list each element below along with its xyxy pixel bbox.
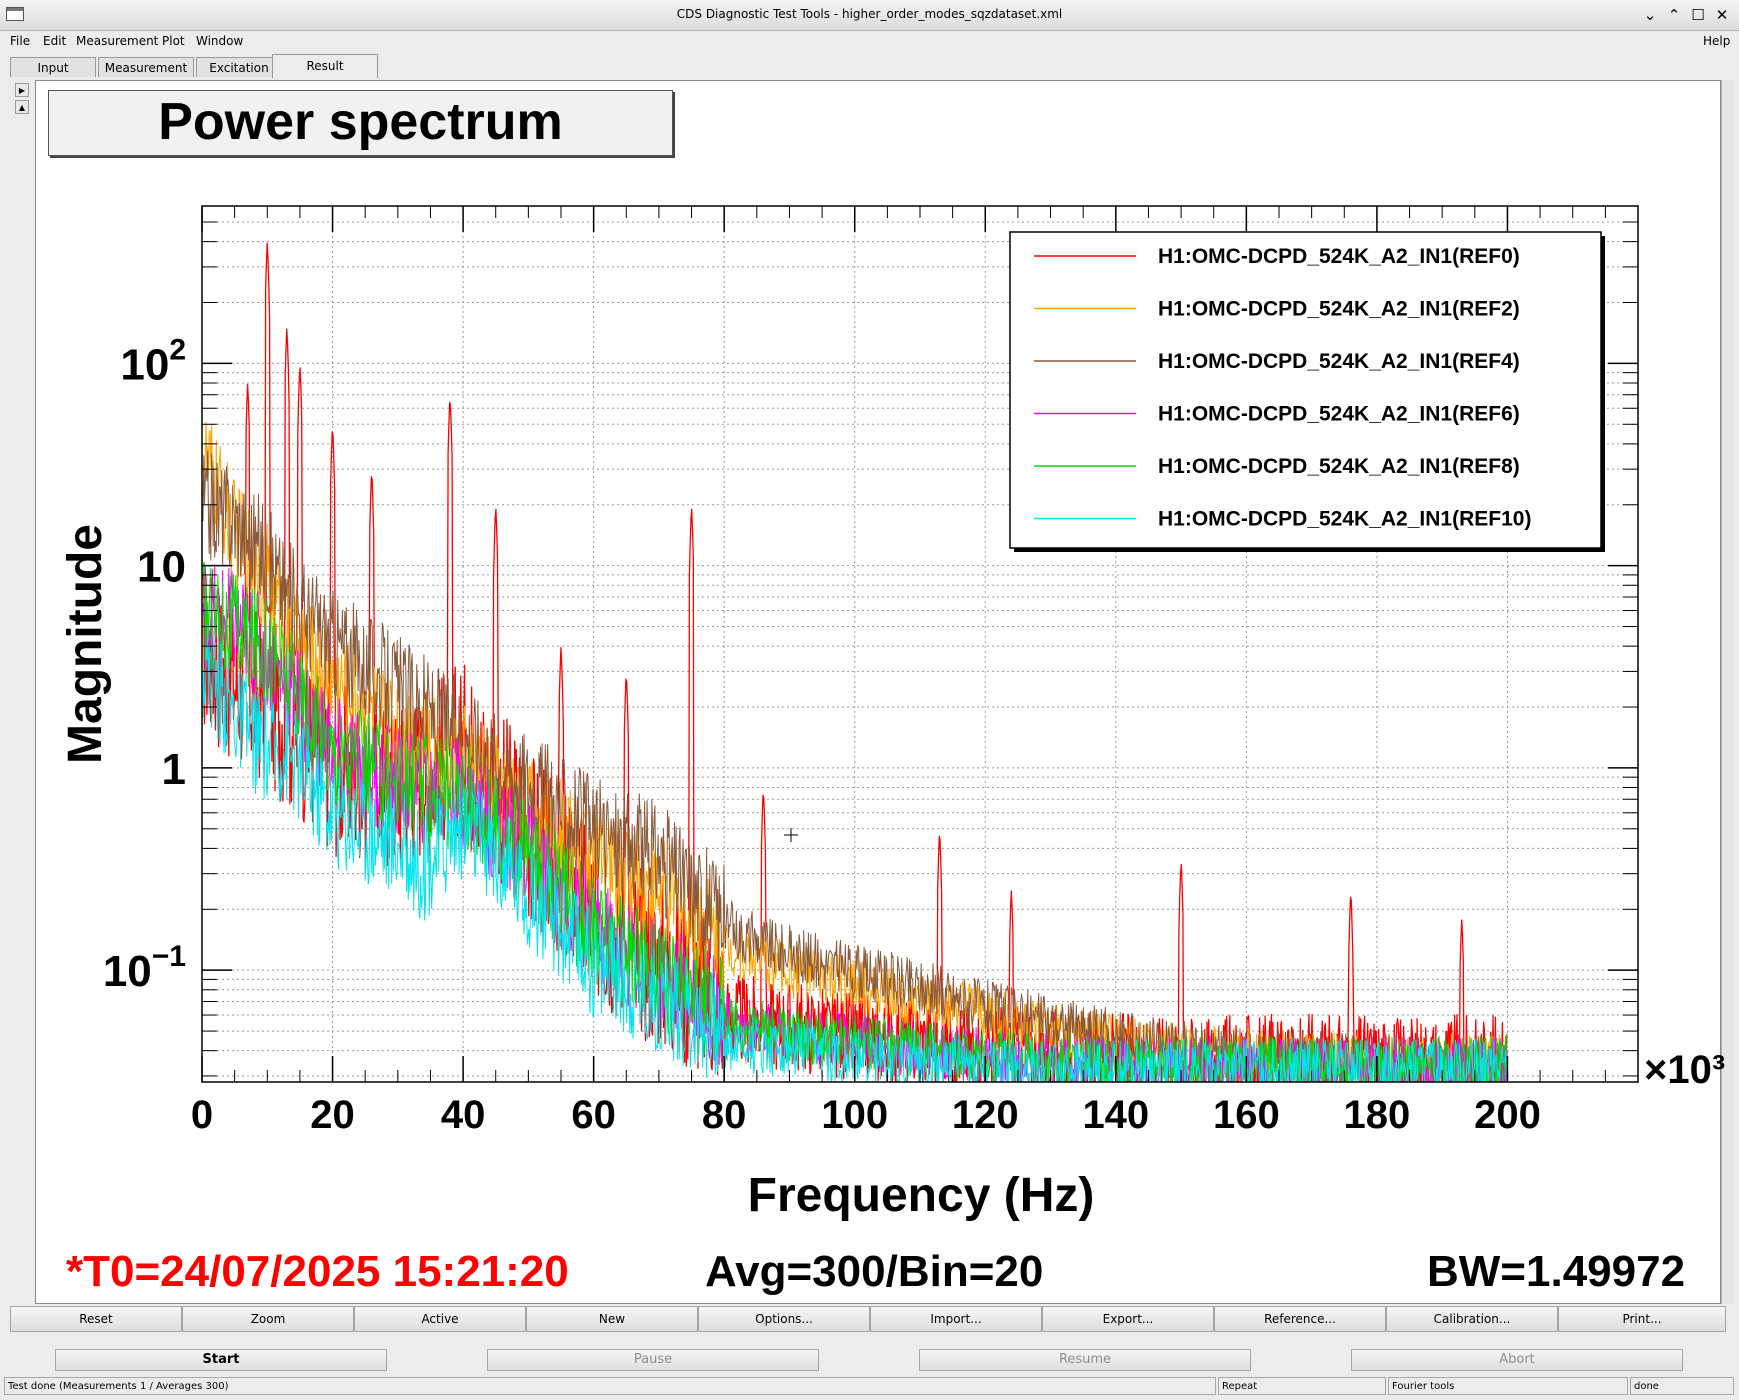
legend-label: H1:OMC-DCPD_524K_A2_IN1(REF0) xyxy=(1158,245,1520,268)
options-button[interactable]: Options... xyxy=(698,1306,870,1332)
legend-label: H1:OMC-DCPD_524K_A2_IN1(REF4) xyxy=(1158,350,1520,373)
legend-label: H1:OMC-DCPD_524K_A2_IN1(REF8) xyxy=(1158,455,1520,478)
y-tick-label: 1 xyxy=(162,745,186,794)
x-multiplier-label: ×10³ xyxy=(1644,1048,1725,1092)
x-tick-label: 80 xyxy=(702,1093,747,1137)
calibration-button[interactable]: Calibration... xyxy=(1386,1306,1558,1332)
bw-label: BW=1.49972 xyxy=(1427,1247,1686,1296)
print-button[interactable]: Print... xyxy=(1558,1306,1726,1332)
x-tick-label: 60 xyxy=(571,1093,616,1137)
x-tick-label: 100 xyxy=(821,1093,888,1137)
y-tick-label: 10−1 xyxy=(103,940,186,996)
x-tick-label: 140 xyxy=(1082,1093,1149,1137)
reference-button[interactable]: Reference... xyxy=(1214,1306,1386,1332)
plot-toolbar: Reset Zoom Active New Options... Import.… xyxy=(10,1306,1726,1332)
legend-label: H1:OMC-DCPD_524K_A2_IN1(REF2) xyxy=(1158,298,1520,321)
x-axis-label: Frequency (Hz) xyxy=(748,1169,1095,1222)
x-tick-label: 40 xyxy=(441,1093,486,1137)
plot-title: Power spectrum xyxy=(158,93,563,151)
reset-button[interactable]: Reset xyxy=(10,1306,182,1332)
x-tick-label: 0 xyxy=(191,1093,213,1137)
x-tick-label: 120 xyxy=(952,1093,1019,1137)
pause-button[interactable]: Pause xyxy=(487,1349,819,1371)
zoom-button[interactable]: Zoom xyxy=(182,1306,354,1332)
status-message: Test done (Measurements 1 / Averages 300… xyxy=(4,1377,1216,1395)
abort-button[interactable]: Abort xyxy=(1351,1349,1683,1371)
chart-legend: H1:OMC-DCPD_524K_A2_IN1(REF0) H1:OMC-DCPD… xyxy=(1009,231,1605,552)
plot-title-box: Power spectrum xyxy=(48,90,673,156)
status-tool: Fourier tools xyxy=(1388,1377,1628,1395)
status-repeat: Repeat xyxy=(1218,1377,1386,1395)
new-button[interactable]: New xyxy=(526,1306,698,1332)
active-button[interactable]: Active xyxy=(354,1306,526,1332)
crosshair-cursor-icon xyxy=(784,828,798,842)
export-button[interactable]: Export... xyxy=(1042,1306,1214,1332)
x-tick-label: 160 xyxy=(1213,1093,1280,1137)
legend-label: H1:OMC-DCPD_524K_A2_IN1(REF10) xyxy=(1158,508,1531,531)
y-axis-label: Magnitude xyxy=(59,524,112,764)
start-button[interactable]: Start xyxy=(55,1349,387,1371)
x-tick-label: 180 xyxy=(1344,1093,1411,1137)
x-tick-label: 200 xyxy=(1474,1093,1541,1137)
import-button[interactable]: Import... xyxy=(870,1306,1042,1332)
status-state: done xyxy=(1630,1377,1734,1395)
y-tick-label: 102 xyxy=(120,333,186,389)
y-tick-label: 10 xyxy=(137,543,186,592)
avg-label: Avg=300/Bin=20 xyxy=(705,1247,1044,1296)
x-tick-label: 20 xyxy=(310,1093,355,1137)
power-spectrum-chart: 0 20 40 60 80 100 120 140 160 180 200 102 10 1 10−1 Fr… xyxy=(59,205,1725,1222)
t0-label: *T0=24/07/2025 15:21:20 xyxy=(66,1247,569,1296)
resume-button[interactable]: Resume xyxy=(919,1349,1251,1371)
legend-label: H1:OMC-DCPD_524K_A2_IN1(REF6) xyxy=(1158,403,1520,426)
